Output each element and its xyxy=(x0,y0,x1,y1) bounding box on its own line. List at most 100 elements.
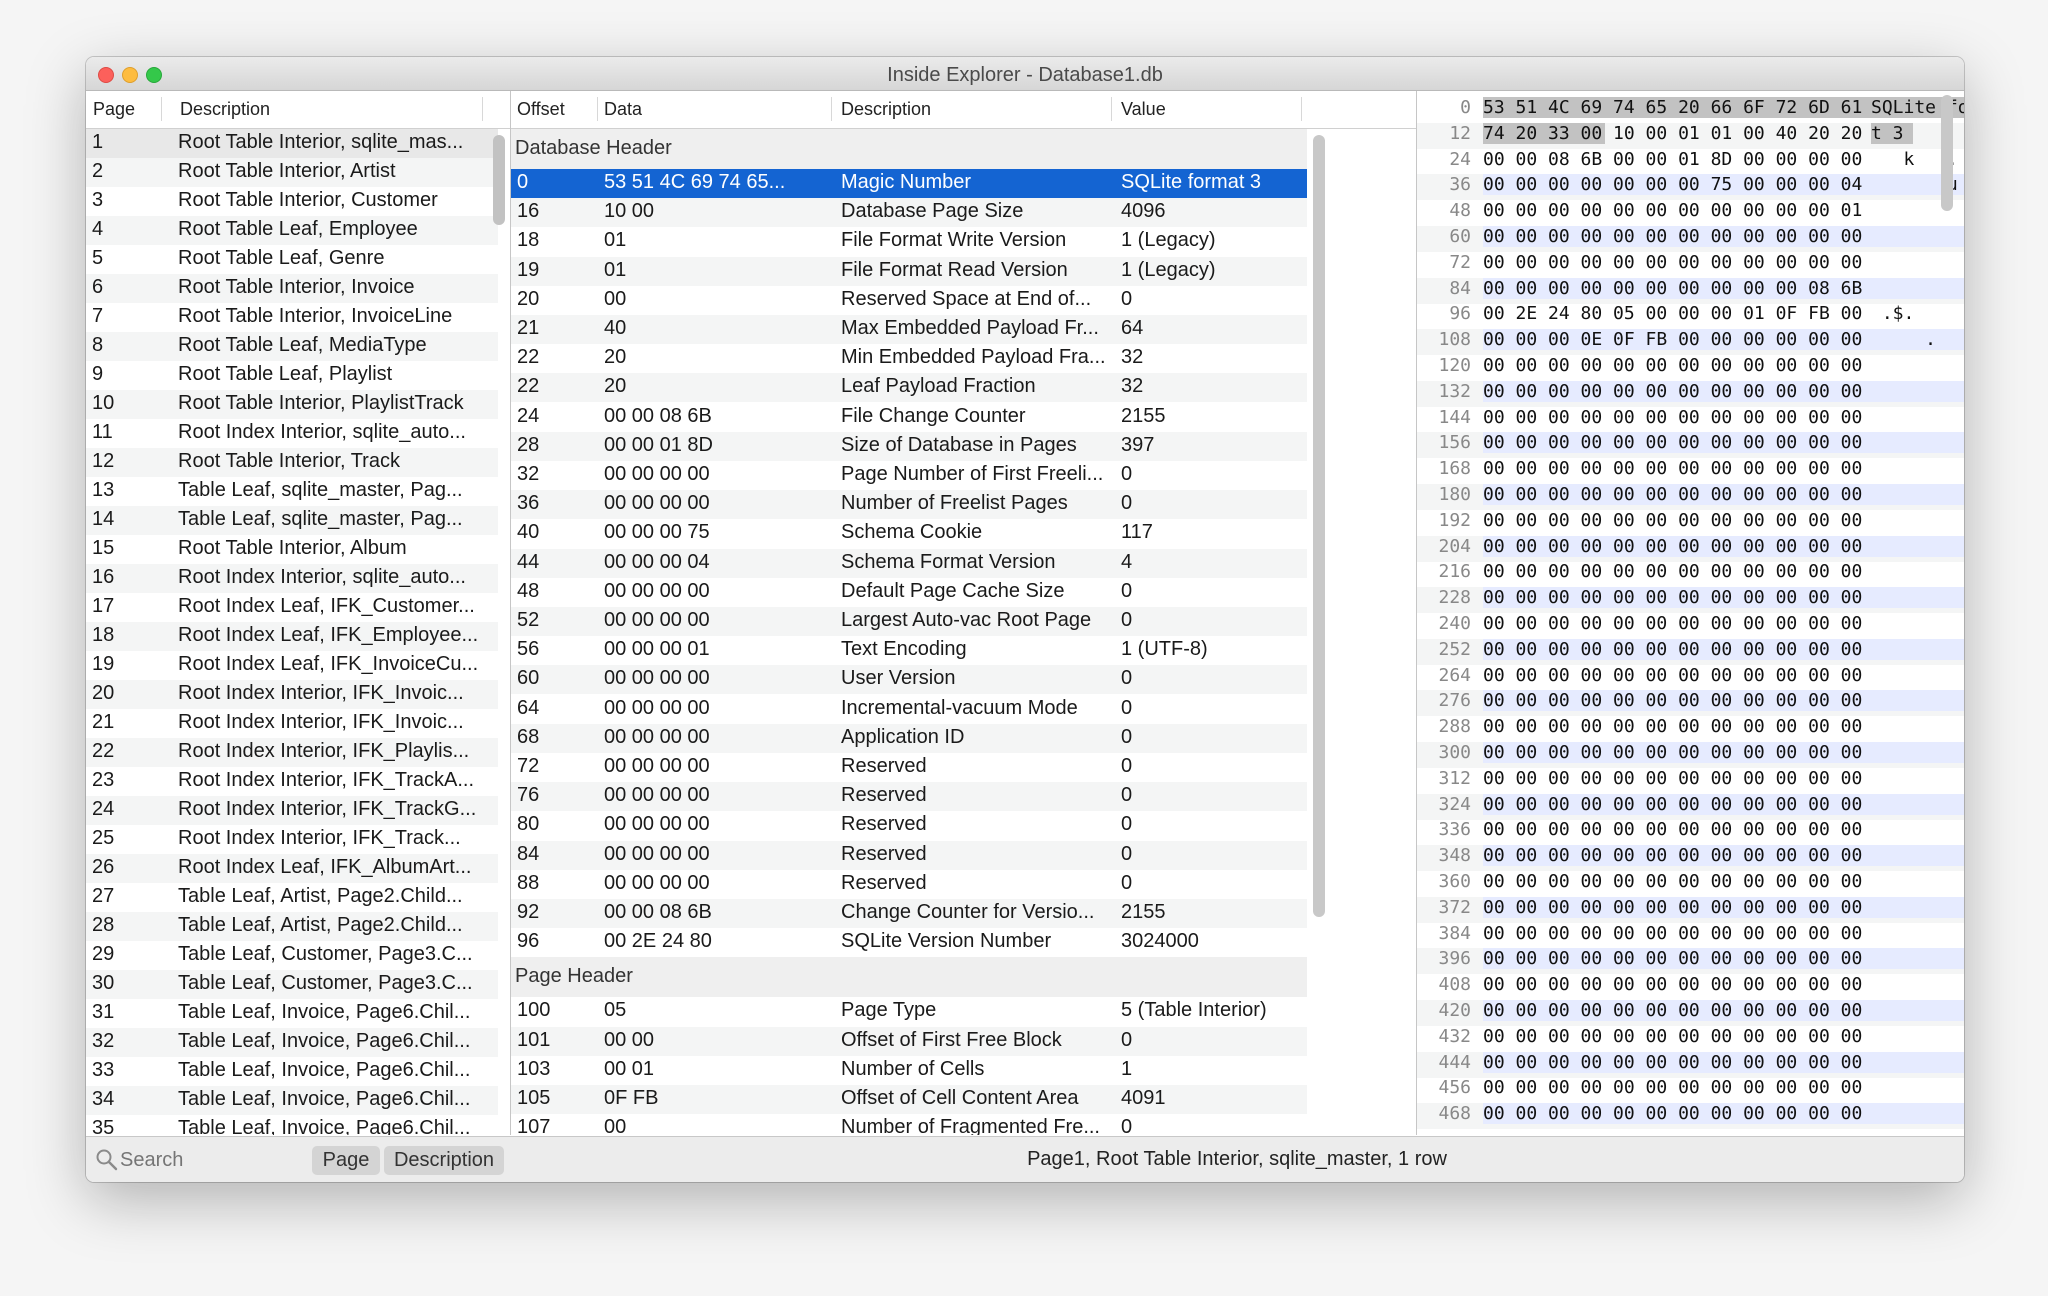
field-row[interactable]: 44 00 00 00 04 Schema Format Version 4 xyxy=(511,548,1307,578)
page-row[interactable]: 11 Root Index Interior, sqlite_auto... xyxy=(86,419,498,448)
hex-row[interactable]: 120 00 00 00 00 00 00 00 00 00 00 00 00 xyxy=(1417,355,1964,381)
field-row[interactable]: 92 00 00 08 6B Change Counter for Versio..… xyxy=(511,899,1307,928)
hex-row[interactable]: 240 00 00 00 00 00 00 00 00 00 00 00 00 xyxy=(1417,613,1964,639)
page-row[interactable]: 16 Root Index Interior, sqlite_auto... xyxy=(86,564,498,593)
field-row[interactable]: 40 00 00 00 75 Schema Cookie 117 xyxy=(511,519,1307,548)
field-row[interactable]: 72 00 00 00 00 Reserved 0 xyxy=(511,753,1307,782)
page-list-scrollbar[interactable] xyxy=(493,135,505,225)
column-header-data[interactable]: Data xyxy=(604,99,642,120)
hex-row[interactable]: 84 00 00 00 00 00 00 00 00 00 00 08 6B k xyxy=(1417,277,1964,304)
page-row[interactable]: 27 Table Leaf, Artist, Page2.Child... xyxy=(86,883,498,912)
page-row[interactable]: 35 Table Leaf, Invoice, Page6.Chil... xyxy=(86,1115,498,1135)
hex-scrollbar[interactable] xyxy=(1941,95,1953,211)
page-row[interactable]: 9 Root Table Leaf, Playlist xyxy=(86,361,498,390)
page-row[interactable]: 2 Root Table Interior, Artist xyxy=(86,158,498,187)
page-row[interactable]: 32 Table Leaf, Invoice, Page6.Chil... xyxy=(86,1028,498,1057)
page-row[interactable]: 6 Root Table Interior, Invoice xyxy=(86,274,498,303)
page-row[interactable]: 25 Root Index Interior, IFK_Track... xyxy=(86,825,498,854)
hex-row[interactable]: 420 00 00 00 00 00 00 00 00 00 00 00 00 xyxy=(1417,1000,1964,1026)
field-row[interactable]: 24 00 00 08 6B File Change Counter 2155 xyxy=(511,403,1307,432)
hex-row[interactable]: 48 00 00 00 00 00 00 00 00 00 00 00 01 xyxy=(1417,200,1964,226)
page-row[interactable]: 1 Root Table Interior, sqlite_mas... xyxy=(86,129,498,158)
page-row[interactable]: 14 Table Leaf, sqlite_master, Pag... xyxy=(86,506,498,535)
hex-row[interactable]: 204 00 00 00 00 00 00 00 00 00 00 00 00 xyxy=(1417,535,1964,562)
page-row[interactable]: 13 Table Leaf, sqlite_master, Pag... xyxy=(86,477,498,506)
hex-row[interactable]: 0 53 51 4C 69 74 65 20 66 6F 72 6D 61 SQLi… xyxy=(1417,97,1964,123)
field-row[interactable]: 36 00 00 00 00 Number of Freelist Pages 0 xyxy=(511,490,1307,520)
page-row[interactable]: 12 Root Table Interior, Track xyxy=(86,448,498,477)
field-row[interactable]: 101 00 00 Offset of First Free Block 0 xyxy=(511,1026,1307,1056)
page-row[interactable]: 18 Root Index Leaf, IFK_Employee... xyxy=(86,622,498,651)
column-header-value[interactable]: Value xyxy=(1121,99,1166,120)
field-row[interactable]: 103 00 01 Number of Cells 1 xyxy=(511,1056,1307,1085)
field-row[interactable]: 48 00 00 00 00 Default Page Cache Size 0 xyxy=(511,578,1307,607)
hex-row[interactable]: 60 00 00 00 00 00 00 00 00 00 00 00 00 xyxy=(1417,226,1964,252)
page-row[interactable]: 30 Table Leaf, Customer, Page3.C... xyxy=(86,970,498,999)
hex-row[interactable]: 3600 00 00 00 00 00 00 75 00 00 00 04 u xyxy=(1417,174,1964,201)
field-row[interactable]: 84 00 00 00 00 Reserved 0 xyxy=(511,840,1307,870)
hex-row[interactable]: 180 00 00 00 00 00 00 00 00 00 00 00 00 xyxy=(1417,484,1964,510)
hex-row[interactable]: 276 00 00 00 00 00 00 00 00 00 00 00 00 xyxy=(1417,690,1964,717)
hex-row[interactable]: 444 00 00 00 00 00 00 00 00 00 00 00 00 xyxy=(1417,1051,1964,1078)
hex-row[interactable]: 300 00 00 00 00 00 00 00 00 00 00 00 00 xyxy=(1417,742,1964,768)
page-row[interactable]: 33 Table Leaf, Invoice, Page6.Chil... xyxy=(86,1057,498,1086)
page-row[interactable]: 29 Table Leaf, Customer, Page3.C... xyxy=(86,941,498,970)
hex-row[interactable]: 144 00 00 00 00 00 00 00 00 00 00 00 00 xyxy=(1417,407,1964,433)
page-row[interactable]: 3 Root Table Interior, Customer xyxy=(86,187,498,216)
field-row[interactable]: 88 00 00 00 00 Reserved 0 xyxy=(511,870,1307,899)
page-row[interactable]: 23 Root Index Interior, IFK_TrackA... xyxy=(86,767,498,796)
hex-row[interactable]: 72 00 00 00 00 00 00 00 00 00 00 00 00 xyxy=(1417,252,1964,278)
hex-row[interactable]: 324 00 00 00 00 00 00 00 00 00 00 00 00 xyxy=(1417,793,1964,820)
field-row[interactable]: 64 00 00 00 00 Incremental-vacuum Mode 0 xyxy=(511,695,1307,724)
page-row[interactable]: 4 Root Table Leaf, Employee xyxy=(86,216,498,245)
page-row[interactable]: 20 Root Index Interior, IFK_Invoic... xyxy=(86,680,498,709)
hex-row[interactable]: 252 00 00 00 00 00 00 00 00 00 00 00 00 xyxy=(1417,638,1964,665)
field-row[interactable]: 96 00 2E 24 80 SQLite Version Number 302400… xyxy=(511,928,1307,957)
page-row[interactable]: 5 Root Table Leaf, Genre xyxy=(86,245,498,274)
column-header-description[interactable]: Description xyxy=(180,99,270,120)
field-row[interactable]: 22 20 Min Embedded Payload Fra... 32 xyxy=(511,344,1307,373)
hex-row[interactable]: 312 00 00 00 00 00 00 00 00 00 00 00 00 xyxy=(1417,768,1964,794)
field-row[interactable]: 19 01 File Format Read Version 1 (Legacy) xyxy=(511,256,1307,286)
field-row[interactable]: 16 10 00 Database Page Size 4096 xyxy=(511,198,1307,228)
hex-row[interactable]: 12 74 20 33 00 10 00 01 01 00 40 20 20 t 3… xyxy=(1417,122,1964,149)
hex-row[interactable]: 348 00 00 00 00 00 00 00 00 00 00 00 00 xyxy=(1417,845,1964,872)
page-row[interactable]: 8 Root Table Leaf, MediaType xyxy=(86,332,498,361)
page-row[interactable]: 31 Table Leaf, Invoice, Page6.Chil... xyxy=(86,999,498,1028)
hex-row[interactable]: 156 00 00 00 00 00 00 00 00 00 00 00 00 xyxy=(1417,432,1964,459)
hex-row[interactable]: 384 00 00 00 00 00 00 00 00 00 00 00 00 xyxy=(1417,923,1964,949)
field-row[interactable]: 32 00 00 00 00 Page Number of First Freeli… xyxy=(511,461,1307,490)
field-row[interactable]: 21 40 Max Embedded Payload Fr... 64 xyxy=(511,315,1307,344)
field-row[interactable]: 60 00 00 00 00 User Version 0 xyxy=(511,665,1307,695)
page-row[interactable]: 15 Root Table Interior, Album xyxy=(86,535,498,564)
hex-row[interactable]: 132 00 00 00 00 00 00 00 00 00 00 00 00 xyxy=(1417,380,1964,407)
field-row[interactable]: 105 0F FB Offset of Cell Content Area 4091 xyxy=(511,1085,1307,1114)
hex-row[interactable]: 336 00 00 00 00 00 00 00 00 00 00 00 00 xyxy=(1417,819,1964,845)
page-row[interactable]: 10 Root Table Interior, PlaylistTrack xyxy=(86,390,498,419)
hex-row[interactable]: 216 00 00 00 00 00 00 00 00 00 00 00 00 xyxy=(1417,561,1964,587)
hex-row[interactable]: 432 00 00 00 00 00 00 00 00 00 00 00 00 xyxy=(1417,1026,1964,1052)
hex-row[interactable]: 396 00 00 00 00 00 00 00 00 00 00 00 00 xyxy=(1417,948,1964,975)
field-row[interactable]: 28 00 00 01 8D Size of Database in Pages 39… xyxy=(511,431,1307,461)
column-header-offset[interactable]: Offset xyxy=(517,99,565,120)
hex-row[interactable]: 408 00 00 00 00 00 00 00 00 00 00 00 00 xyxy=(1417,974,1964,1000)
hex-row[interactable]: 288 00 00 00 00 00 00 00 00 00 00 00 00 xyxy=(1417,716,1964,742)
field-row[interactable]: 100 05 Page Type 5 (Table Interior) xyxy=(511,997,1307,1026)
filter-page-button[interactable]: Page xyxy=(312,1146,380,1175)
hex-row[interactable]: 192 00 00 00 00 00 00 00 00 00 00 00 00 xyxy=(1417,510,1964,536)
hex-row[interactable]: 372 00 00 00 00 00 00 00 00 00 00 00 00 xyxy=(1417,896,1964,923)
field-row[interactable]: 80 00 00 00 00 Reserved 0 xyxy=(511,811,1307,840)
filter-description-button[interactable]: Description xyxy=(384,1146,504,1175)
hex-row[interactable]: 108 00 00 00 0E 0F FB 00 00 00 00 00 00 . xyxy=(1417,329,1964,356)
page-row[interactable]: 19 Root Index Leaf, IFK_InvoiceCu... xyxy=(86,651,498,680)
field-row[interactable]: 0 53 51 4C 69 74 65... Magic Number SQLite … xyxy=(511,169,1307,198)
page-row[interactable]: 22 Root Index Interior, IFK_Playlis... xyxy=(86,738,498,767)
hex-row[interactable]: 168 00 00 00 00 00 00 00 00 00 00 00 00 xyxy=(1417,458,1964,484)
field-row[interactable]: 68 00 00 00 00 Application ID 0 xyxy=(511,723,1307,753)
page-row[interactable]: 21 Root Index Interior, IFK_Invoic... xyxy=(86,709,498,738)
field-row[interactable]: 56 00 00 00 01 Text Encoding 1 (UTF-8) xyxy=(511,636,1307,665)
column-header-page[interactable]: Page xyxy=(93,99,135,120)
page-row[interactable]: 34 Table Leaf, Invoice, Page6.Chil... xyxy=(86,1086,498,1115)
page-row[interactable]: 24 Root Index Interior, IFK_TrackG... xyxy=(86,796,498,825)
field-row[interactable]: 18 01 File Format Write Version 1 (Legacy) xyxy=(511,227,1307,256)
